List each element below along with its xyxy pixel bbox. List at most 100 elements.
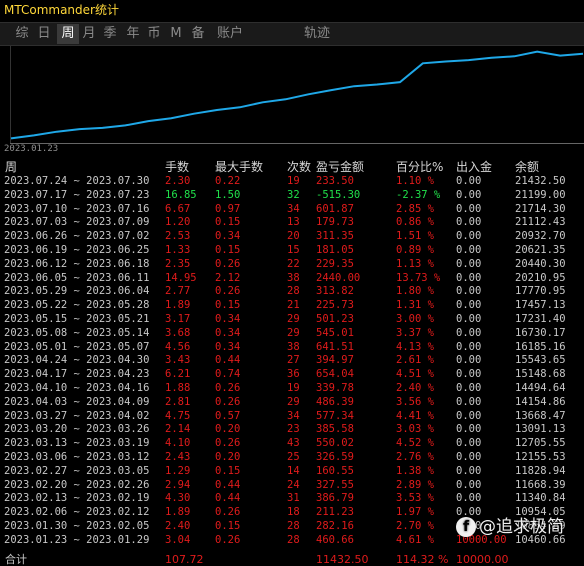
cell-lots: 4.56 xyxy=(165,340,191,353)
cell-max-lots: 0.15 xyxy=(215,464,241,477)
watermark-text: @追求极简 xyxy=(479,517,564,537)
cell-week: 2023.05.22 ~ 2023.05.28 xyxy=(4,299,150,312)
cell-max-lots: 0.15 xyxy=(215,244,241,256)
cell-lots: 2.40 xyxy=(165,520,191,532)
cell-max-lots: 0.22 xyxy=(215,175,241,187)
column-header-max-lots[interactable]: 最大手数 xyxy=(215,159,263,175)
cell-lots: 4.30 xyxy=(165,492,191,505)
cell-deposit: 0.00 xyxy=(456,354,482,367)
cell-pnl: 460.66 xyxy=(316,533,354,546)
cell-max-lots: 0.44 xyxy=(215,478,241,491)
cell-deposit: 0.00 xyxy=(456,271,482,284)
column-header-deposit[interactable]: 出入金 xyxy=(456,159,492,175)
table-row[interactable]: 2023.05.01 ~ 2023.05.07 4.56 0.34 38 641.51 4… xyxy=(0,341,584,354)
cell-percent: 4.52 % xyxy=(396,437,434,450)
table-row[interactable]: 2023.02.27 ~ 2023.03.05 1.29 0.15 14 160.55 1… xyxy=(0,465,584,478)
tab-1[interactable]: 日 xyxy=(36,24,52,44)
table-row[interactable]: 2023.04.24 ~ 2023.04.30 3.43 0.44 27 394.97 2… xyxy=(0,354,584,367)
table-row[interactable]: 2023.02.20 ~ 2023.02.26 2.94 0.44 24 327.55 2… xyxy=(0,479,584,492)
table-row[interactable]: 2023.05.22 ~ 2023.05.28 1.89 0.15 21 225.73 1… xyxy=(0,299,584,312)
tab-7[interactable]: M xyxy=(170,24,182,44)
cell-percent: 4.51 % xyxy=(396,368,434,381)
cell-max-lots: 0.97 xyxy=(215,202,241,215)
tab-2[interactable]: 周 xyxy=(57,24,79,44)
cell-percent: 3.03 % xyxy=(396,423,434,436)
total-lots: 107.72 xyxy=(165,553,204,566)
cell-deposit: 0.00 xyxy=(456,492,482,505)
cell-count: 34 xyxy=(287,409,300,422)
cell-max-lots: 0.34 xyxy=(215,230,241,243)
cell-balance: 12705.55 xyxy=(515,437,566,450)
cell-week: 2023.05.15 ~ 2023.05.21 xyxy=(4,313,150,325)
table-row[interactable]: 2023.07.10 ~ 2023.07.16 6.67 0.97 34 601.87 2… xyxy=(0,203,584,216)
column-header-pnl[interactable]: 盈亏金额 xyxy=(316,159,364,175)
cell-max-lots: 0.26 xyxy=(215,285,241,298)
table-row[interactable]: 2023.03.06 ~ 2023.03.12 2.43 0.20 25 326.59 2… xyxy=(0,451,584,464)
tab-5[interactable]: 年 xyxy=(125,24,141,44)
tab-6[interactable]: 币 xyxy=(146,24,162,44)
cell-balance: 17457.13 xyxy=(515,299,566,312)
table-row[interactable]: 2023.03.20 ~ 2023.03.26 2.14 0.20 23 385.58 3… xyxy=(0,423,584,436)
total-label: 合计 xyxy=(5,553,27,566)
tab-0[interactable]: 综 xyxy=(14,24,30,44)
column-header-lots[interactable]: 手数 xyxy=(165,159,189,175)
table-row[interactable]: 2023.04.10 ~ 2023.04.16 1.88 0.26 19 339.78 2… xyxy=(0,382,584,395)
table-row[interactable]: 2023.04.03 ~ 2023.04.09 2.81 0.26 29 486.39 3… xyxy=(0,396,584,409)
table-row[interactable]: 2023.06.12 ~ 2023.06.18 2.35 0.26 22 229.35 1… xyxy=(0,258,584,271)
total-deposit: 10000.00 xyxy=(456,553,509,566)
cell-balance: 16730.17 xyxy=(515,326,566,339)
tab-4[interactable]: 季 xyxy=(102,24,118,44)
cell-percent: 1.31 % xyxy=(396,299,434,312)
cell-pnl: 486.39 xyxy=(316,395,354,408)
cell-week: 2023.07.10 ~ 2023.07.16 xyxy=(4,202,150,215)
cell-lots: 6.21 xyxy=(165,368,191,381)
column-header-week[interactable]: 周 xyxy=(5,159,17,175)
cell-pnl: 501.23 xyxy=(316,313,354,325)
tab-10[interactable]: 轨迹 xyxy=(303,24,331,44)
table-row[interactable]: 2023.05.29 ~ 2023.06.04 2.77 0.26 28 313.82 1… xyxy=(0,285,584,298)
cell-count: 13 xyxy=(287,216,300,229)
tab-3[interactable]: 月 xyxy=(81,24,97,44)
cell-max-lots: 0.26 xyxy=(215,257,241,270)
cell-week: 2023.04.10 ~ 2023.04.16 xyxy=(4,382,150,394)
table-row[interactable]: 2023.06.05 ~ 2023.06.11 14.95 2.12 38 2440.0… xyxy=(0,272,584,285)
tab-9[interactable]: 账户 xyxy=(215,24,245,44)
cell-deposit: 0.00 xyxy=(456,299,482,312)
cell-count: 20 xyxy=(287,230,300,243)
column-header-balance[interactable]: 余额 xyxy=(515,159,539,175)
balance-chart-svg xyxy=(10,46,584,144)
table-row[interactable]: 2023.07.17 ~ 2023.07.23 16.85 1.50 32 -515.3… xyxy=(0,189,584,202)
cell-count: 28 xyxy=(287,520,300,532)
column-header-count[interactable]: 次数 xyxy=(287,159,311,175)
table-row[interactable]: 2023.03.13 ~ 2023.03.19 4.10 0.26 43 550.02 4… xyxy=(0,437,584,450)
cell-week: 2023.07.03 ~ 2023.07.09 xyxy=(4,216,150,229)
cell-deposit: 0.00 xyxy=(456,464,482,477)
cell-pnl: 211.23 xyxy=(316,506,354,519)
cell-week: 2023.03.20 ~ 2023.03.26 xyxy=(4,423,150,436)
watermark-logo-icon: f xyxy=(456,517,476,537)
cell-deposit: 0.00 xyxy=(456,478,482,491)
cell-balance: 13668.47 xyxy=(515,409,566,422)
cell-pnl: 550.02 xyxy=(316,437,354,450)
table-row[interactable]: 2023.02.13 ~ 2023.02.19 4.30 0.44 31 386.79 3… xyxy=(0,492,584,505)
table-row[interactable]: 2023.06.19 ~ 2023.06.25 1.33 0.15 15 181.05 0… xyxy=(0,244,584,257)
cell-deposit: 0.00 xyxy=(456,395,482,408)
table-row[interactable]: 2023.06.26 ~ 2023.07.02 2.53 0.34 20 311.35 1… xyxy=(0,230,584,243)
table-row[interactable]: 2023.05.08 ~ 2023.05.14 3.68 0.34 29 545.01 3… xyxy=(0,327,584,340)
table-row[interactable]: 2023.05.15 ~ 2023.05.21 3.17 0.34 29 501.23 3… xyxy=(0,313,584,326)
cell-max-lots: 0.26 xyxy=(215,382,241,394)
table-row[interactable]: 2023.07.03 ~ 2023.07.09 1.20 0.15 13 179.73 0… xyxy=(0,216,584,229)
cell-balance: 11828.94 xyxy=(515,464,566,477)
cell-max-lots: 1.50 xyxy=(215,188,241,201)
tab-8[interactable]: 备 xyxy=(190,24,206,44)
cell-max-lots: 0.74 xyxy=(215,368,241,381)
column-header-percent[interactable]: 百分比% xyxy=(396,159,443,175)
cell-pnl: 386.79 xyxy=(316,492,354,505)
cell-week: 2023.01.23 ~ 2023.01.29 xyxy=(4,533,150,546)
table-row[interactable]: 2023.04.17 ~ 2023.04.23 6.21 0.74 36 654.04 4… xyxy=(0,368,584,381)
cell-deposit: 0.00 xyxy=(456,244,482,256)
table-row[interactable]: 2023.07.24 ~ 2023.07.30 2.30 0.22 19 233.50 1… xyxy=(0,175,584,188)
table-row[interactable]: 2023.03.27 ~ 2023.04.02 4.75 0.57 34 577.34 4… xyxy=(0,410,584,423)
cell-pnl: 225.73 xyxy=(316,299,354,312)
cell-count: 38 xyxy=(287,340,300,353)
